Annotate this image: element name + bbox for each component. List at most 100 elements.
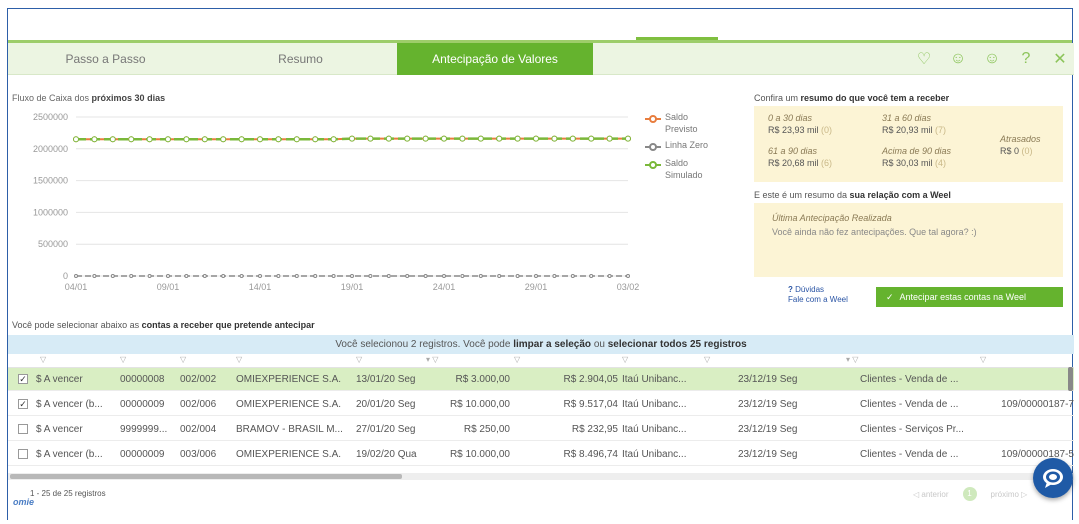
smile-icon[interactable]: ☺ — [948, 50, 968, 68]
sort-desc-icon[interactable]: ▾ ▽ — [426, 355, 438, 364]
omie-logo: omie — [13, 497, 35, 507]
filter-icon[interactable]: ▽ — [514, 355, 520, 364]
data-point — [166, 274, 170, 278]
help-links[interactable]: ? Dúvidas Fale com a Weel — [788, 285, 848, 305]
data-point — [477, 135, 484, 142]
data-point — [551, 135, 558, 142]
cell-due: 13/01/20 Seg — [356, 374, 416, 385]
cell-client: BRAMOV - BRASIL M... — [236, 424, 343, 435]
prev-page-button[interactable]: ◁ anterior — [913, 490, 949, 499]
tab-icons: ♡ ☺ ☺ ? ✕ — [914, 43, 1070, 75]
filter-icon[interactable]: ▽ — [180, 355, 186, 364]
data-point — [91, 136, 98, 143]
row-checkbox[interactable] — [18, 424, 28, 434]
cell-parc: 003/006 — [180, 449, 217, 460]
data-point — [442, 274, 446, 278]
y-tick-label: 1000000 — [33, 207, 68, 217]
data-point — [552, 274, 557, 278]
data-point — [514, 135, 521, 142]
record-count: 1 - 25 de 25 registros — [30, 489, 106, 498]
chart-legend: Saldo Previsto Linha Zero Saldo Simulado — [645, 111, 711, 185]
table-row[interactable]: $ A vencer (b... 00000009 003/006 OMIEXPERI… — [8, 443, 1074, 466]
data-point — [497, 274, 502, 278]
filter-icon[interactable]: ▽ — [356, 355, 362, 364]
cell-client: OMIEXPERIENCE S.A. — [236, 399, 342, 410]
vertical-scrollbar[interactable] — [1068, 367, 1073, 391]
data-point — [496, 135, 503, 142]
y-tick-label: 500000 — [38, 239, 68, 249]
cell-doc: 00000009 — [120, 399, 165, 410]
tab-antecipacao[interactable]: Antecipação de Valores — [397, 43, 593, 75]
cell-status: $ A vencer (b... — [36, 399, 103, 410]
cell-bank: Itaú Unibanc... — [622, 399, 687, 410]
y-tick-label: 2500000 — [33, 112, 68, 122]
horizontal-scrollbar[interactable] — [8, 473, 1074, 480]
data-point — [73, 136, 79, 143]
help-icon[interactable]: ? — [1016, 50, 1036, 68]
data-point — [238, 136, 245, 143]
scroll-thumb[interactable] — [10, 474, 402, 479]
page-number[interactable]: 1 — [962, 487, 977, 501]
summary-31-60: 31 a 60 dias R$ 20,93 mil (7) — [882, 113, 947, 135]
filter-icon[interactable]: ▽ — [40, 355, 46, 364]
tab-resumo[interactable]: Resumo — [203, 43, 398, 75]
data-point — [349, 135, 355, 142]
x-tick-label: 14/01 — [249, 282, 272, 292]
cell-status: $ A vencer (b... — [36, 449, 103, 460]
data-point — [570, 274, 575, 278]
cell-value: R$ 250,00 — [463, 424, 510, 435]
summary-atrasados: Atrasados R$ 0 (0) — [1000, 134, 1041, 156]
antecipar-button[interactable]: ✓ Antecipar estas contas na Weel — [876, 287, 1063, 307]
heart-icon[interactable]: ♡ — [914, 49, 934, 69]
close-icon[interactable]: ✕ — [1050, 49, 1070, 69]
filter-icon[interactable]: ▽ — [236, 355, 242, 364]
cell-date2: 23/12/19 Seg — [738, 424, 798, 435]
clear-selection-link[interactable]: limpar a seleção — [513, 339, 591, 350]
chat-button[interactable] — [1033, 458, 1073, 498]
cell-doc: 00000008 — [120, 374, 165, 385]
cell-value: R$ 10.000,00 — [449, 449, 510, 460]
sort-desc-icon[interactable]: ▾ ▽ — [846, 355, 858, 364]
neutral-face-icon[interactable]: ☺ — [982, 50, 1002, 68]
data-point — [184, 274, 189, 278]
table-row[interactable]: ✓ $ A vencer 00000008 002/002 OMIEXPERIENCE … — [8, 368, 1074, 391]
chart-title: Fluxo de Caixa dos próximos 30 dias — [12, 93, 166, 103]
x-tick-label: 09/01 — [157, 282, 180, 292]
filter-icon[interactable]: ▽ — [704, 355, 710, 364]
data-point — [626, 274, 630, 278]
next-page-button[interactable]: próximo ▷ — [991, 490, 1028, 499]
data-point — [258, 274, 262, 278]
legend-linha-zero[interactable]: Linha Zero — [645, 139, 711, 153]
data-point — [368, 274, 373, 278]
filter-icon[interactable]: ▽ — [980, 355, 986, 364]
row-checkbox[interactable] — [18, 449, 28, 459]
chat-bubble-icon — [1043, 469, 1063, 488]
y-tick-label: 1500000 — [33, 176, 68, 186]
data-point — [385, 135, 392, 142]
cell-bank: Itaú Unibanc... — [622, 424, 687, 435]
data-point — [589, 274, 594, 278]
data-point — [460, 274, 465, 278]
data-point — [405, 274, 410, 278]
data-point — [92, 274, 97, 278]
row-checkbox[interactable]: ✓ — [18, 374, 28, 384]
pagination: ◁ anterior 1 próximo ▷ — [913, 487, 1027, 501]
data-point — [146, 136, 153, 143]
table-row[interactable]: $ A vencer 9999999... 002/004 BRAMOV - BRAS… — [8, 418, 1074, 441]
filter-icon[interactable]: ▽ — [120, 355, 126, 364]
cell-category: Clientes - Venda de ... — [860, 449, 959, 460]
cell-date2: 23/12/19 Seg — [738, 449, 798, 460]
tab-passo-a-passo[interactable]: Passo a Passo — [8, 43, 203, 75]
legend-saldo-previsto[interactable]: Saldo Previsto — [645, 111, 711, 135]
cell-date2: 23/12/19 Seg — [738, 374, 798, 385]
row-checkbox[interactable]: ✓ — [18, 399, 28, 409]
x-tick-label: 04/01 — [65, 282, 88, 292]
app-frame: Passo a Passo Resumo Antecipação de Valo… — [7, 8, 1074, 520]
select-all-link[interactable]: selecionar todos 25 registros — [608, 339, 747, 350]
cell-doc: 9999999... — [120, 424, 168, 435]
data-point — [293, 136, 300, 143]
legend-saldo-simulado[interactable]: Saldo Simulado — [645, 157, 711, 181]
filter-icon[interactable]: ▽ — [622, 355, 628, 364]
summary-title: Confira um resumo do que você tem a rece… — [754, 93, 950, 103]
table-row[interactable]: ✓ $ A vencer (b... 00000009 002/006 OMIEXPER… — [8, 393, 1074, 416]
